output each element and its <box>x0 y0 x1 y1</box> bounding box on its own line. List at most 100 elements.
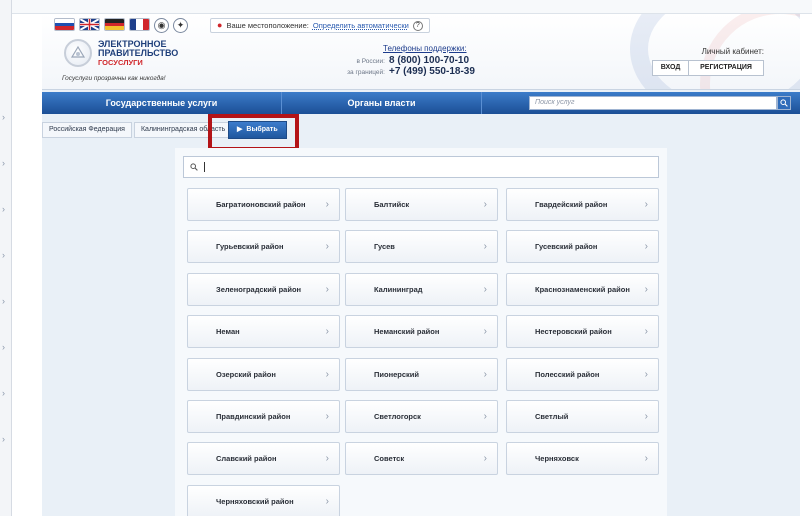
district-label: Багратионовский район <box>216 200 306 209</box>
chevron-right-icon: › <box>2 434 5 444</box>
district-label: Пионерский <box>374 369 420 379</box>
search-button[interactable] <box>777 96 791 110</box>
site-logo[interactable]: ЭЛЕКТРОННОЕ ПРАВИТЕЛЬСТВО ГОСУСЛУГИ <box>64 39 178 67</box>
district-button[interactable]: Гусев › <box>345 230 498 264</box>
district-button[interactable]: Светлый › <box>506 400 659 433</box>
chevron-right-icon: › <box>644 199 648 210</box>
district-button[interactable]: Багратионовский район › <box>187 188 340 221</box>
chevron-right-icon: › <box>483 368 487 380</box>
chevron-right-icon: › <box>325 283 329 295</box>
russia-number: 8 (800) 100-70-10 <box>389 55 470 66</box>
logo-line3: ГОСУСЛУГИ <box>98 57 143 67</box>
district-filter-input[interactable] <box>183 156 659 178</box>
text-cursor <box>204 162 205 172</box>
breadcrumb: Российская Федерация Калининградская обл… <box>42 121 287 139</box>
chevron-right-icon: › <box>325 326 329 338</box>
chevron-right-icon: › <box>2 204 5 214</box>
chevron-right-icon: › <box>2 250 5 260</box>
language-switcher: ◉ ✦ <box>54 18 188 33</box>
district-label: Черняховск <box>535 454 579 464</box>
nav-authorities[interactable]: Органы власти <box>282 92 482 114</box>
district-button[interactable]: Гурьевский район › <box>187 230 340 264</box>
search-icon <box>190 163 198 171</box>
district-button[interactable]: Калининград › <box>345 272 498 306</box>
help-icon[interactable]: ? <box>412 20 423 31</box>
district-button[interactable]: Гвардейский район › <box>506 188 659 221</box>
flag-russia-icon[interactable] <box>54 18 75 31</box>
nav-gov-services[interactable]: Государственные услуги <box>42 92 282 114</box>
district-button[interactable]: Правдинский район › <box>187 400 340 433</box>
district-button[interactable]: Светлогорск › <box>345 400 498 433</box>
chevron-right-icon: › <box>483 453 487 465</box>
district-button[interactable]: Неманский район › <box>345 315 498 349</box>
tagline: Госуслуги прозрачны как никогда! <box>62 75 166 82</box>
chevron-right-icon: › <box>325 411 329 422</box>
district-label: Гусевский район <box>535 242 598 252</box>
logo-text: ЭЛЕКТРОННОЕ ПРАВИТЕЛЬСТВО ГОСУСЛУГИ <box>98 39 178 67</box>
district-button[interactable]: Зеленоградский район › <box>187 272 340 306</box>
district-label: Балтийск <box>374 200 410 209</box>
background-window-edge: › › › › › › › › <box>0 0 12 516</box>
district-button[interactable]: Гусевский район › <box>506 230 659 264</box>
district-button[interactable]: Озерский район › <box>187 357 340 391</box>
background-window-top <box>12 0 812 14</box>
play-icon: ▶ <box>237 126 243 133</box>
search-icon <box>780 99 788 107</box>
chevron-right-icon: › <box>325 241 329 253</box>
district-label: Черняховский район <box>216 496 294 506</box>
chevron-right-icon: › <box>483 199 487 210</box>
district-button[interactable]: Черняховск › <box>506 442 659 476</box>
district-label: Славский район <box>216 454 277 464</box>
chevron-right-icon: › <box>644 368 648 380</box>
flag-france-icon[interactable] <box>129 18 150 31</box>
accessibility-eye-icon[interactable]: ◉ <box>154 18 169 33</box>
district-label: Калининград <box>374 284 423 294</box>
district-label: Правдинский район <box>216 412 291 421</box>
chevron-right-icon: › <box>483 241 487 253</box>
location-pin-icon: ● <box>217 20 223 30</box>
chevron-right-icon: › <box>2 112 5 122</box>
chevron-right-icon: › <box>2 158 5 168</box>
district-label: Гусев <box>374 242 395 252</box>
district-button[interactable]: Нестеровский район › <box>506 315 659 349</box>
gosuslugi-page: ◉ ✦ ● Ваше местоположение: Определить ав… <box>42 14 800 516</box>
chevron-right-icon: › <box>325 368 329 380</box>
district-button[interactable]: Полесский район › <box>506 357 659 391</box>
chevron-right-icon: › <box>2 388 5 398</box>
district-button[interactable]: Неман › <box>187 315 340 349</box>
chevron-right-icon: › <box>325 495 329 507</box>
register-button[interactable]: РЕГИСТРАЦИЯ <box>689 61 763 75</box>
chevron-right-icon: › <box>644 411 648 422</box>
district-button[interactable]: Советск › <box>345 442 498 476</box>
chevron-right-icon: › <box>2 342 5 352</box>
chevron-right-icon: › <box>644 453 648 465</box>
district-label: Гурьевский район <box>216 242 284 252</box>
support-title-link[interactable]: Телефоны поддержки: <box>383 44 467 53</box>
district-label: Полесский район <box>535 369 600 379</box>
site-header: ◉ ✦ ● Ваше местоположение: Определить ав… <box>42 14 800 90</box>
district-button[interactable]: Пионерский › <box>345 357 498 391</box>
login-button[interactable]: ВХОД <box>653 61 689 75</box>
location-label: Ваше местоположение: <box>226 21 309 30</box>
flag-germany-icon[interactable] <box>104 18 125 31</box>
district-picker: Багратионовский район › Балтийск › Гвардейск… <box>175 148 667 516</box>
district-label: Зеленоградский район <box>216 284 302 294</box>
flag-uk-icon[interactable] <box>79 18 100 31</box>
chevron-right-icon: › <box>644 241 648 253</box>
district-label: Неман <box>216 327 240 337</box>
location-value-link[interactable]: Определить автоматически <box>313 19 409 32</box>
compass-icon[interactable]: ✦ <box>173 18 188 33</box>
district-label: Краснознаменский район <box>535 284 630 294</box>
select-button[interactable]: ▶ Выбрать <box>228 121 287 139</box>
breadcrumb-item-region[interactable]: Калининградская область <box>133 122 233 138</box>
district-button[interactable]: Балтийск › <box>345 188 498 221</box>
chevron-right-icon: › <box>325 199 329 210</box>
breadcrumb-item-federation[interactable]: Российская Федерация <box>42 122 132 138</box>
location-selector[interactable]: ● Ваше местоположение: Определить автома… <box>210 18 430 33</box>
chevron-right-icon: › <box>483 283 487 295</box>
district-button[interactable]: Краснознаменский район › <box>506 272 659 306</box>
service-search-input[interactable]: Поиск услуг <box>529 96 777 110</box>
chevron-right-icon: › <box>483 411 487 422</box>
district-button[interactable]: Черняховский район › <box>187 484 340 516</box>
district-button[interactable]: Славский район › <box>187 442 340 476</box>
